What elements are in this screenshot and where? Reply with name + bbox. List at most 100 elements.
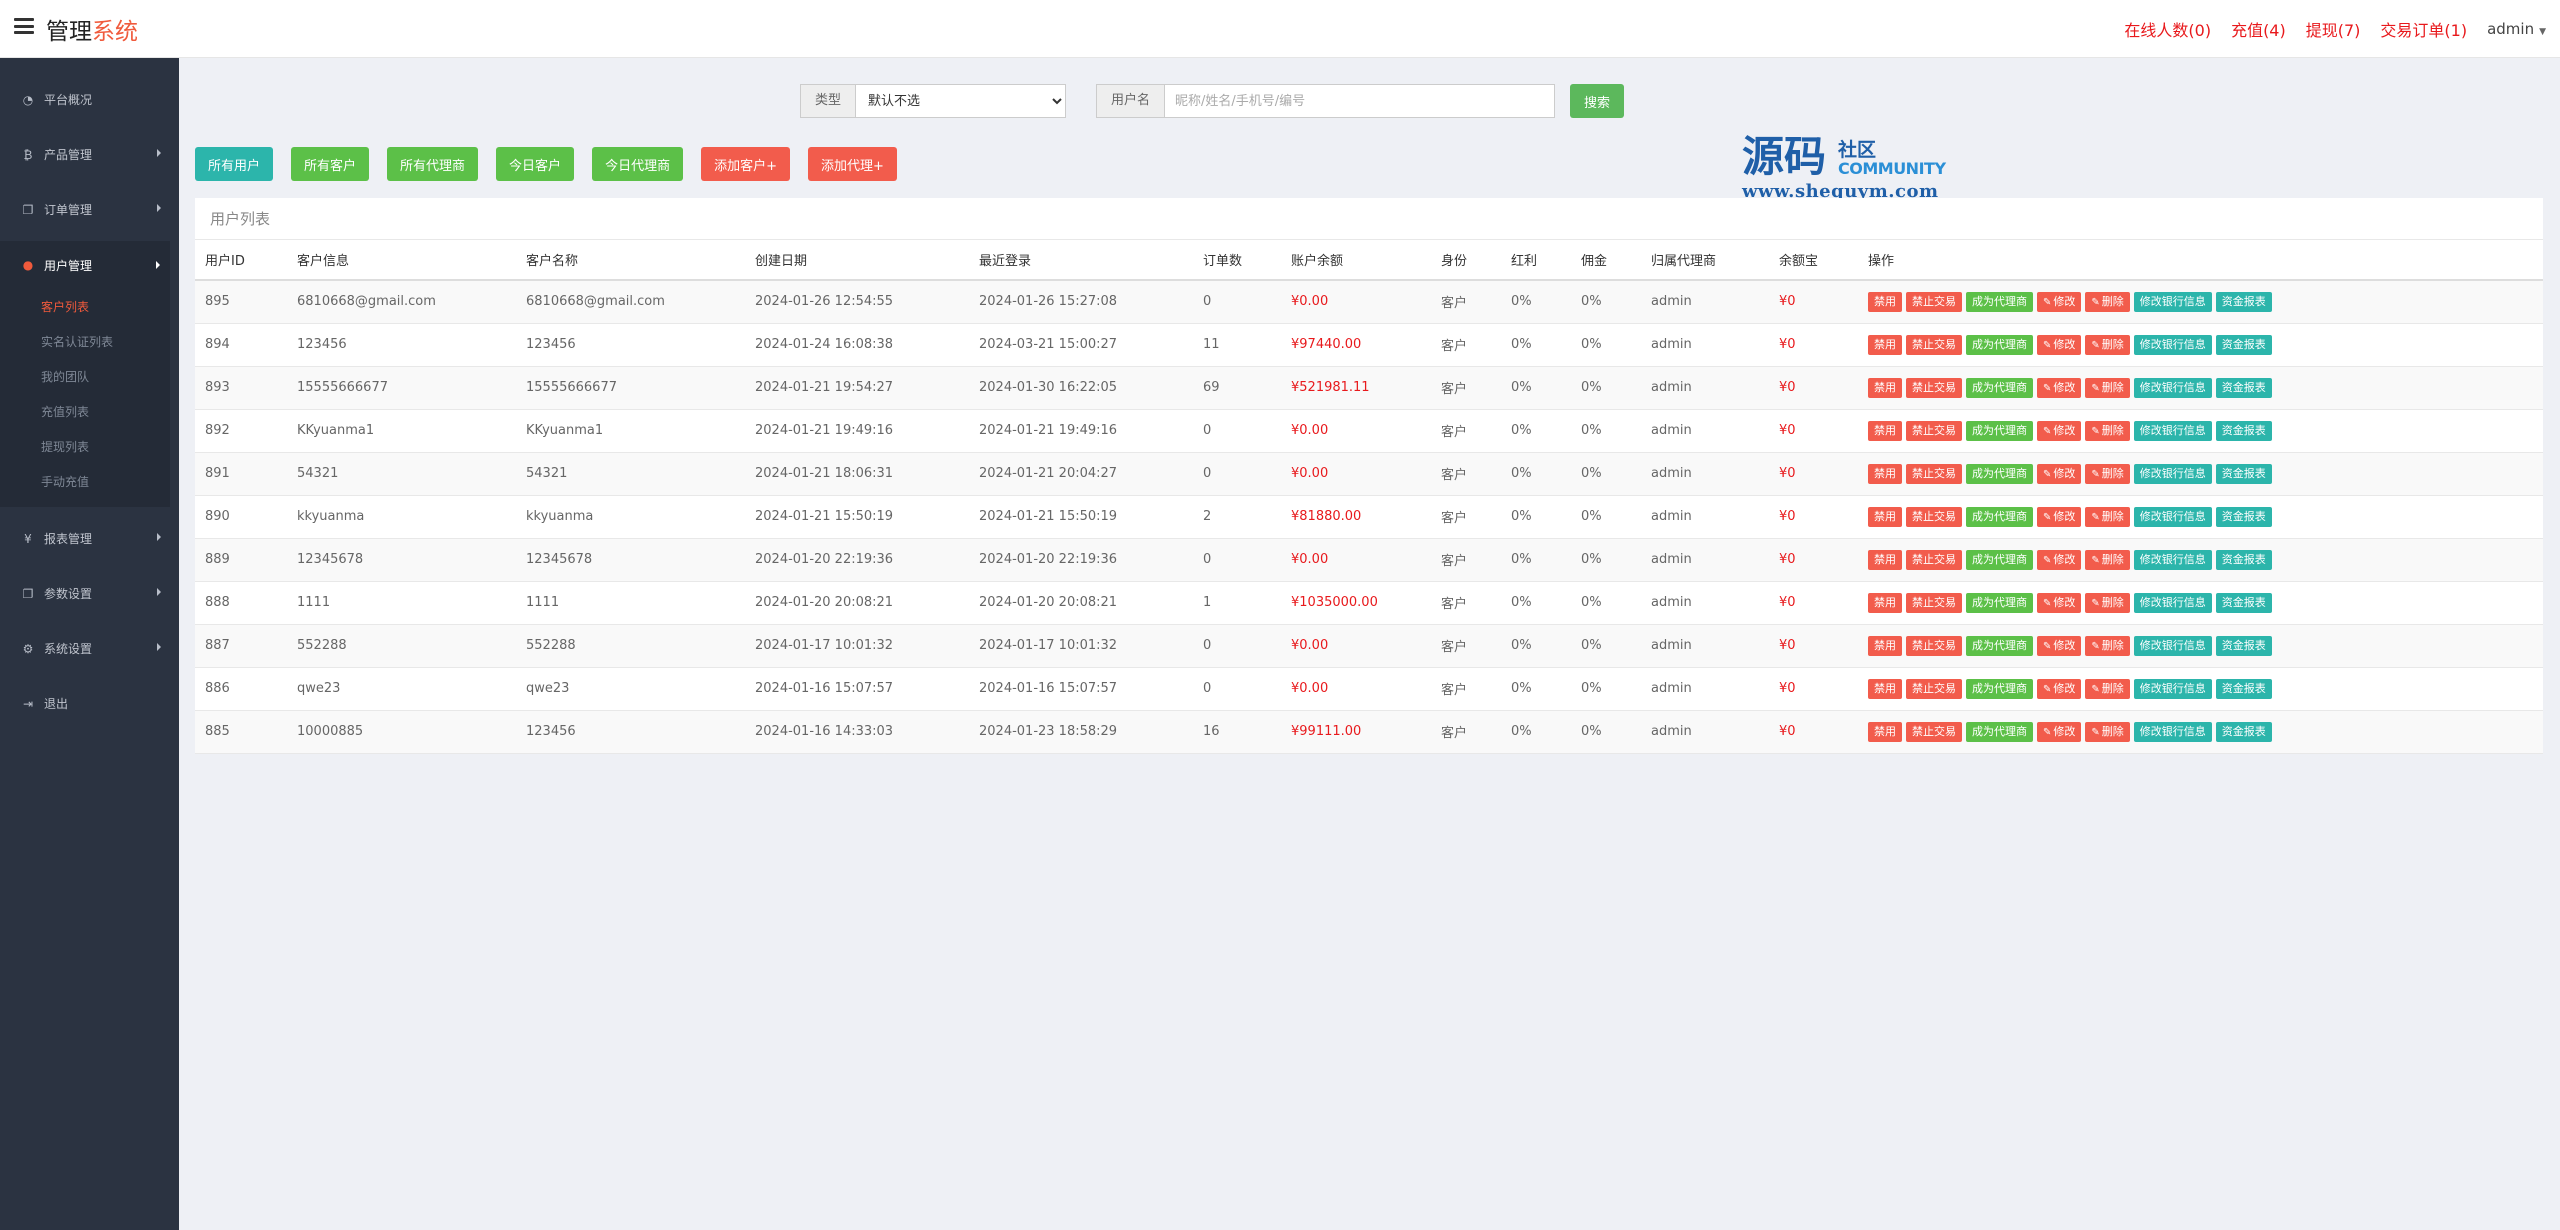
delete-button[interactable]: ✎ 删除 [2085, 506, 2130, 527]
submenu-customer-list[interactable]: 客户列表 [0, 289, 170, 324]
become-agent-button[interactable]: 成为代理商 [1966, 506, 2033, 527]
submenu-my-team[interactable]: 我的团队 [0, 359, 170, 394]
sidebar-item-overview[interactable]: ◔ 平台概况 [0, 72, 179, 127]
edit-button[interactable]: ✎ 修改 [2037, 635, 2082, 656]
fund-report-button[interactable]: 资金报表 [2215, 291, 2272, 312]
disable-button[interactable]: 禁用 [1868, 592, 1902, 613]
all-users-button[interactable]: 所有用户 [195, 147, 274, 181]
edit-bank-info-button[interactable]: 修改银行信息 [2133, 549, 2212, 570]
disable-button[interactable]: 禁用 [1868, 334, 1902, 355]
fund-report-button[interactable]: 资金报表 [2215, 334, 2272, 355]
become-agent-button[interactable]: 成为代理商 [1966, 291, 2033, 312]
delete-button[interactable]: ✎ 删除 [2085, 678, 2130, 699]
submenu-manual-recharge[interactable]: 手动充值 [0, 464, 170, 499]
delete-button[interactable]: ✎ 删除 [2085, 721, 2130, 742]
fund-report-button[interactable]: 资金报表 [2215, 678, 2272, 699]
delete-button[interactable]: ✎ 删除 [2085, 291, 2130, 312]
forbid-trade-button[interactable]: 禁止交易 [1906, 635, 1962, 656]
edit-button[interactable]: ✎ 修改 [2037, 420, 2082, 441]
forbid-trade-button[interactable]: 禁止交易 [1906, 549, 1962, 570]
disable-button[interactable]: 禁用 [1868, 506, 1902, 527]
sidebar-item-system[interactable]: ⚙ 系统设置 [0, 621, 179, 676]
withdraw-link[interactable]: 提现(7) [2306, 17, 2361, 41]
edit-button[interactable]: ✎ 修改 [2037, 549, 2082, 570]
edit-bank-info-button[interactable]: 修改银行信息 [2133, 592, 2212, 613]
forbid-trade-button[interactable]: 禁止交易 [1906, 291, 1962, 312]
edit-button[interactable]: ✎ 修改 [2037, 678, 2082, 699]
fund-report-button[interactable]: 资金报表 [2215, 377, 2272, 398]
edit-button[interactable]: ✎ 修改 [2037, 506, 2082, 527]
become-agent-button[interactable]: 成为代理商 [1966, 420, 2033, 441]
become-agent-button[interactable]: 成为代理商 [1966, 463, 2033, 484]
disable-button[interactable]: 禁用 [1868, 721, 1902, 742]
delete-button[interactable]: ✎ 删除 [2085, 635, 2130, 656]
become-agent-button[interactable]: 成为代理商 [1966, 377, 2033, 398]
sidebar-item-products[interactable]: ₿ 产品管理 [0, 127, 179, 182]
edit-bank-info-button[interactable]: 修改银行信息 [2133, 678, 2212, 699]
submenu-realname-list[interactable]: 实名认证列表 [0, 324, 170, 359]
edit-bank-info-button[interactable]: 修改银行信息 [2133, 721, 2212, 742]
today-customers-button[interactable]: 今日客户 [496, 147, 575, 181]
submenu-recharge-list[interactable]: 充值列表 [0, 394, 170, 429]
fund-report-button[interactable]: 资金报表 [2215, 549, 2272, 570]
delete-button[interactable]: ✎ 删除 [2085, 463, 2130, 484]
delete-button[interactable]: ✎ 删除 [2085, 420, 2130, 441]
edit-button[interactable]: ✎ 修改 [2037, 592, 2082, 613]
become-agent-button[interactable]: 成为代理商 [1966, 549, 2033, 570]
edit-button[interactable]: ✎ 修改 [2037, 377, 2082, 398]
username-input[interactable] [1165, 84, 1556, 118]
fund-report-button[interactable]: 资金报表 [2215, 635, 2272, 656]
edit-bank-info-button[interactable]: 修改银行信息 [2133, 420, 2212, 441]
forbid-trade-button[interactable]: 禁止交易 [1906, 592, 1962, 613]
fund-report-button[interactable]: 资金报表 [2215, 721, 2272, 742]
become-agent-button[interactable]: 成为代理商 [1966, 721, 2033, 742]
edit-bank-info-button[interactable]: 修改银行信息 [2133, 334, 2212, 355]
fund-report-button[interactable]: 资金报表 [2215, 592, 2272, 613]
sidebar-item-users[interactable]: ● 用户管理 [0, 241, 170, 289]
fund-report-button[interactable]: 资金报表 [2215, 506, 2272, 527]
edit-button[interactable]: ✎ 修改 [2037, 291, 2082, 312]
forbid-trade-button[interactable]: 禁止交易 [1906, 377, 1962, 398]
become-agent-button[interactable]: 成为代理商 [1966, 678, 2033, 699]
online-count-link[interactable]: 在线人数(0) [2124, 17, 2211, 41]
disable-button[interactable]: 禁用 [1868, 420, 1902, 441]
sidebar-item-reports[interactable]: ¥ 报表管理 [0, 511, 179, 566]
edit-bank-info-button[interactable]: 修改银行信息 [2133, 635, 2212, 656]
search-button[interactable]: 搜索 [1570, 84, 1625, 118]
edit-button[interactable]: ✎ 修改 [2037, 463, 2082, 484]
edit-bank-info-button[interactable]: 修改银行信息 [2133, 506, 2212, 527]
menu-toggle-icon[interactable] [14, 18, 34, 34]
type-select[interactable]: 默认不选 [856, 84, 1067, 118]
become-agent-button[interactable]: 成为代理商 [1966, 334, 2033, 355]
disable-button[interactable]: 禁用 [1868, 377, 1902, 398]
recharge-link[interactable]: 充值(4) [2231, 17, 2286, 41]
forbid-trade-button[interactable]: 禁止交易 [1906, 678, 1962, 699]
add-customer-button[interactable]: 添加客户+ [701, 147, 790, 181]
all-agents-button[interactable]: 所有代理商 [387, 147, 479, 181]
sidebar-item-params[interactable]: ❐ 参数设置 [0, 566, 179, 621]
forbid-trade-button[interactable]: 禁止交易 [1906, 721, 1962, 742]
delete-button[interactable]: ✎ 删除 [2085, 377, 2130, 398]
edit-bank-info-button[interactable]: 修改银行信息 [2133, 291, 2212, 312]
forbid-trade-button[interactable]: 禁止交易 [1906, 506, 1962, 527]
edit-button[interactable]: ✎ 修改 [2037, 721, 2082, 742]
disable-button[interactable]: 禁用 [1868, 291, 1902, 312]
forbid-trade-button[interactable]: 禁止交易 [1906, 420, 1962, 441]
delete-button[interactable]: ✎ 删除 [2085, 549, 2130, 570]
fund-report-button[interactable]: 资金报表 [2215, 420, 2272, 441]
delete-button[interactable]: ✎ 删除 [2085, 334, 2130, 355]
forbid-trade-button[interactable]: 禁止交易 [1906, 463, 1962, 484]
forbid-trade-button[interactable]: 禁止交易 [1906, 334, 1962, 355]
delete-button[interactable]: ✎ 删除 [2085, 592, 2130, 613]
trade-orders-link[interactable]: 交易订单(1) [2380, 17, 2467, 41]
all-customers-button[interactable]: 所有客户 [291, 147, 370, 181]
edit-button[interactable]: ✎ 修改 [2037, 334, 2082, 355]
user-menu[interactable]: admin ▼ [2487, 20, 2546, 38]
sidebar-item-orders[interactable]: ❐ 订单管理 [0, 182, 179, 237]
submenu-withdraw-list[interactable]: 提现列表 [0, 429, 170, 464]
add-agent-button[interactable]: 添加代理+ [807, 147, 897, 181]
become-agent-button[interactable]: 成为代理商 [1966, 592, 2033, 613]
sidebar-item-logout[interactable]: ⇥ 退出 [0, 676, 179, 731]
fund-report-button[interactable]: 资金报表 [2215, 463, 2272, 484]
edit-bank-info-button[interactable]: 修改银行信息 [2133, 377, 2212, 398]
